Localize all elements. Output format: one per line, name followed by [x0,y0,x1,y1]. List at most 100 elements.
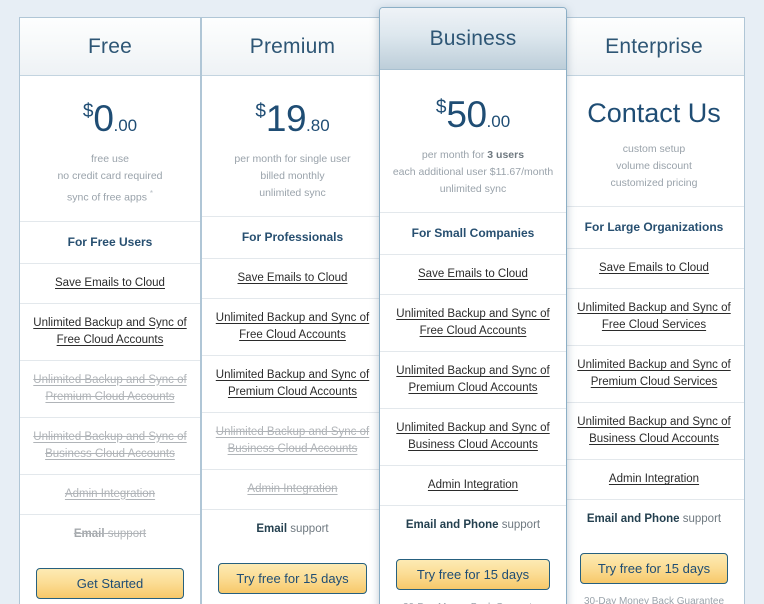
price-amount: 0 [93,98,114,139]
feature-row: Unlimited Backup and Sync of Free Cloud … [202,298,383,355]
support-label-bold: Email [73,527,105,540]
currency-symbol: $ [255,101,266,122]
feature-label: Save Emails to Cloud [237,272,348,284]
plan-card-free: Free $0.00 free use no credit card required… [19,17,201,604]
price-block: $50.00 per month for 3 users each addition… [380,70,566,212]
feature-list: For Professionals Save Emails to Cloud Unl… [202,216,383,549]
cta-wrapper: Get Started [20,554,200,599]
feature-label: Unlimited Backup and Sync of Business Cl… [215,426,370,455]
price-amount: 50 [446,94,487,135]
support-label: Email support [74,528,146,540]
support-label-rest: support [287,523,329,535]
plan-tagline: For Small Companies [380,212,566,254]
feature-label: Save Emails to Cloud [418,268,528,280]
plan-tagline: For Large Organizations [564,206,744,248]
plan-name: Premium [249,34,336,58]
feature-row: Admin Integration [380,465,566,505]
price-note-text: custom setup [622,143,686,155]
price-note-text: per month for single user [234,153,351,165]
price-note: free use [28,151,192,168]
plan-header-premium: Premium [202,18,383,76]
plan-tagline-text: For Professionals [241,230,344,244]
price-line: $0.00 [28,100,192,137]
plan-card-premium: Premium $19.80 per month for single user bi… [201,17,383,604]
feature-label: Unlimited Backup and Sync of Free Cloud … [215,312,370,341]
price-note-text: free use [91,153,129,165]
plan-tagline: For Free Users [20,220,200,263]
plan-header-enterprise: Enterprise [564,18,744,76]
feature-row: Unlimited Backup and Sync of Premium Clo… [380,351,566,408]
feature-row: Save Emails to Cloud [20,262,200,303]
price-note: sync of free apps * [28,185,192,207]
support-label-rest: support [679,513,722,525]
support-row: Email support [202,509,383,549]
feature-list: For Large Organizations Save Emails to Cl… [564,206,744,539]
currency-symbol: $ [82,101,94,122]
price-note: per month for 3 users [421,149,525,161]
price-note-highlight: 3 users [487,149,525,161]
price-block: $0.00 free use no credit card required sync… [20,76,200,221]
price-note: billed monthly [210,168,375,185]
support-label-bold: Email and Phone [586,513,680,525]
feature-label: Unlimited Backup and Sync of Free Cloud … [33,316,187,346]
feature-list: For Free Users Save Emails to Cloud Unlimi… [20,220,200,554]
support-row: Email and Phone support [380,505,566,545]
price-block: $19.80 per month for single user billed mo… [202,76,383,216]
cta-button-free[interactable]: Get Started [36,567,184,599]
feature-label: Unlimited Backup and Sync of Business Cl… [396,422,550,451]
cta-button-business[interactable]: Try free for 15 days [396,559,550,590]
currency-symbol: $ [435,97,447,118]
support-label-bold: Email and Phone [405,519,499,531]
feature-label: Unlimited Backup and Sync of Business Cl… [33,430,187,460]
feature-row: Save Emails to Cloud [564,248,744,288]
feature-label: Save Emails to Cloud [599,262,709,274]
feature-row: Unlimited Backup and Sync of Premium Clo… [564,345,744,402]
price-note-text: volume discount [616,160,692,172]
feature-label: Unlimited Backup and Sync of Premium Clo… [577,359,731,388]
feature-row: Unlimited Backup and Sync of Premium Clo… [20,359,200,417]
plan-tagline-text: For Small Companies [411,226,535,240]
feature-row: Admin Integration [20,473,200,514]
price-line: $50.00 [388,96,558,133]
feature-label: Admin Integration [247,483,338,495]
price-block: Contact Us custom setup volume discount cus… [564,76,744,206]
plan-footnote: Free for non-professional use [20,599,200,604]
cta-wrapper: Try free for 15 days [202,549,383,594]
feature-row: Unlimited Backup and Sync of Business Cl… [202,412,383,469]
support-label: Email support [256,523,328,535]
feature-row: Unlimited Backup and Sync of Free Cloud … [564,288,744,345]
price-note-text: unlimited sync [259,187,326,199]
price-note: each additional user $11.67/month [388,164,558,181]
feature-row: Admin Integration [202,469,383,509]
feature-row: Unlimited Backup and Sync of Free Cloud … [20,302,200,360]
feature-row: Unlimited Backup and Sync of Premium Clo… [202,355,383,412]
plan-card-business: Business $50.00 per month for 3 users each … [379,7,567,604]
price-line: $19.80 [210,100,375,137]
cta-button-enterprise[interactable]: Try free for 15 days [580,553,728,584]
plan-tagline-text: For Large Organizations [584,220,724,234]
price-amount: 19 [265,98,307,139]
feature-label: Save Emails to Cloud [55,276,165,289]
cta-button-premium[interactable]: Try free for 15 days [218,563,367,594]
cta-wrapper: Try free for 15 days [564,539,744,584]
feature-label: Unlimited Backup and Sync of Premium Clo… [33,373,187,403]
feature-label: Unlimited Backup and Sync of Free Cloud … [577,302,731,331]
price-note: custom setup [572,141,736,158]
plan-footnote: 30-Day Money Back Guarantee [583,596,725,604]
support-label-rest: support [498,519,541,531]
plan-name: Free [88,34,132,58]
price-note-text: no credit card required [57,170,163,182]
pricing-table: Free $0.00 free use no credit card required… [0,0,764,604]
plan-tagline-text: For Free Users [67,234,153,249]
cta-wrapper: Try free for 15 days [380,545,566,590]
support-label-bold: Email [256,523,288,535]
price-note: volume discount [572,158,736,175]
plan-tagline: For Professionals [202,216,383,258]
support-label: Email and Phone support [587,513,721,525]
price-cents: .00 [113,116,138,135]
price-note-text: each additional user $11.67/month [392,166,554,178]
feature-label: Unlimited Backup and Sync of Business Cl… [577,416,731,445]
feature-label: Admin Integration [427,479,519,491]
feature-label: Admin Integration [64,487,156,500]
support-label: Email and Phone support [406,519,540,531]
